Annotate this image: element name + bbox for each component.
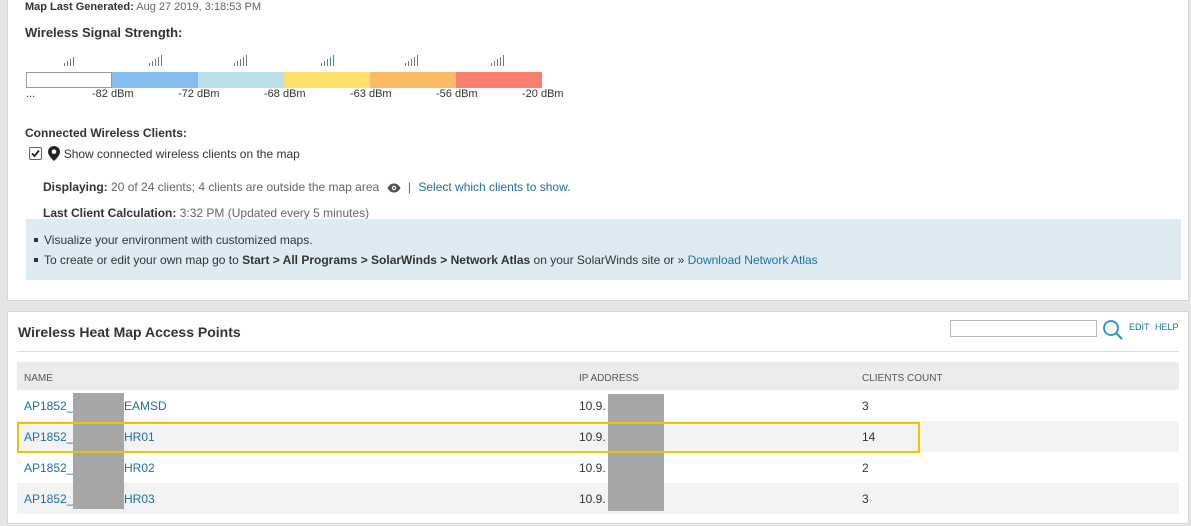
panel-title: Wireless Heat Map Access Points bbox=[18, 324, 241, 340]
dbm-label: ... bbox=[26, 88, 36, 100]
info-line-2: To create or edit your own map go to Sta… bbox=[34, 250, 1181, 270]
signal-bars-icon bbox=[64, 52, 76, 66]
column-header-clients[interactable]: CLIENTS COUNT bbox=[862, 373, 943, 384]
table-row: AP1852_ EAMSD 10.9. 3 bbox=[17, 390, 1179, 421]
column-header-name[interactable]: NAME bbox=[24, 373, 53, 384]
dbm-label: -20 dBm bbox=[522, 88, 564, 100]
ap-clients-count: 3 bbox=[862, 399, 869, 413]
ap-name-suffix[interactable]: EAMSD bbox=[124, 399, 167, 413]
show-clients-checkbox[interactable] bbox=[29, 147, 42, 160]
ap-ip: 10.9. bbox=[579, 492, 606, 506]
separator: | bbox=[407, 180, 412, 194]
signal-bars-icon bbox=[321, 52, 336, 66]
signal-segment bbox=[112, 72, 198, 88]
dbm-label: -56 dBm bbox=[436, 88, 478, 100]
row-highlight bbox=[17, 422, 920, 453]
displaying-row: Displaying: 20 of 24 clients; 4 clients … bbox=[43, 180, 570, 196]
signal-segment bbox=[456, 72, 542, 88]
signal-bars-icon bbox=[149, 52, 164, 66]
search-input[interactable] bbox=[950, 320, 1097, 337]
info-line-1: Visualize your environment with customiz… bbox=[34, 230, 1181, 250]
map-generated: Map Last Generated: Aug 27 2019, 3:18:53… bbox=[25, 1, 261, 13]
dbm-label: -82 dBm bbox=[92, 88, 134, 100]
table-row: AP1852_ HR02 10.9. 2 bbox=[17, 452, 1179, 483]
connected-clients-title: Connected Wireless Clients: bbox=[25, 126, 187, 140]
show-clients-row: Show connected wireless clients on the m… bbox=[29, 146, 300, 164]
download-network-atlas-link[interactable]: Download Network Atlas bbox=[688, 253, 818, 267]
dbm-label: -63 dBm bbox=[350, 88, 392, 100]
edit-link[interactable]: EDIT bbox=[1129, 322, 1150, 332]
column-header-ip[interactable]: IP ADDRESS bbox=[579, 373, 639, 384]
ap-name-prefix[interactable]: AP1852_ bbox=[24, 492, 73, 506]
search-icon[interactable] bbox=[1102, 319, 1124, 344]
signal-bars-icon bbox=[405, 52, 420, 66]
table-header: NAME IP ADDRESS CLIENTS COUNT bbox=[17, 362, 1179, 390]
displaying-value: 20 of 24 clients; 4 clients are outside … bbox=[111, 180, 380, 194]
eye-icon[interactable] bbox=[387, 182, 401, 196]
access-points-panel: Wireless Heat Map Access Points EDIT HEL… bbox=[7, 311, 1189, 524]
calc-label: Last Client Calculation: bbox=[43, 206, 177, 220]
calc-row: Last Client Calculation: 3:32 PM (Update… bbox=[43, 206, 369, 220]
map-pin-icon bbox=[48, 146, 61, 164]
map-settings-panel: Map Last Generated: Aug 27 2019, 3:18:53… bbox=[7, 0, 1189, 301]
ap-clients-count: 2 bbox=[862, 461, 869, 475]
table-row: AP1852_ HR03 10.9. 3 bbox=[17, 483, 1179, 514]
signal-bars-icon bbox=[491, 52, 506, 66]
ap-name-prefix[interactable]: AP1852_ bbox=[24, 461, 73, 475]
signal-segment bbox=[198, 72, 284, 88]
dbm-label: -68 dBm bbox=[264, 88, 306, 100]
divider bbox=[17, 351, 1179, 352]
info-line-2-path: Start > All Programs > SolarWinds > Netw… bbox=[242, 253, 531, 267]
ap-ip: 10.9. bbox=[579, 399, 606, 413]
help-link[interactable]: HELP bbox=[1155, 322, 1179, 332]
ap-name-prefix[interactable]: AP1852_ bbox=[24, 399, 73, 413]
signal-segment bbox=[370, 72, 456, 88]
ap-name-suffix[interactable]: HR03 bbox=[124, 492, 155, 506]
info-line-2-mid: on your SolarWinds site or » bbox=[530, 253, 688, 267]
signal-bars-icon bbox=[234, 52, 249, 66]
ap-name-suffix[interactable]: HR02 bbox=[124, 461, 155, 475]
signal-strength-title: Wireless Signal Strength: bbox=[25, 25, 183, 40]
map-generated-label: Map Last Generated: bbox=[25, 1, 134, 13]
signal-segment bbox=[284, 72, 370, 88]
ap-clients-count: 3 bbox=[862, 492, 869, 506]
map-generated-value: Aug 27 2019, 3:18:53 PM bbox=[136, 1, 262, 13]
select-clients-link[interactable]: Select which clients to show. bbox=[418, 180, 570, 194]
calc-value: 3:32 PM (Updated every 5 minutes) bbox=[179, 206, 370, 220]
ap-ip: 10.9. bbox=[579, 461, 606, 475]
info-box: Visualize your environment with customiz… bbox=[26, 219, 1181, 280]
show-clients-label: Show connected wireless clients on the m… bbox=[63, 147, 300, 161]
signal-segment bbox=[26, 72, 112, 88]
displaying-label: Displaying: bbox=[43, 180, 108, 194]
dbm-label: -72 dBm bbox=[178, 88, 220, 100]
info-line-2-prefix: To create or edit your own map go to bbox=[44, 253, 243, 267]
